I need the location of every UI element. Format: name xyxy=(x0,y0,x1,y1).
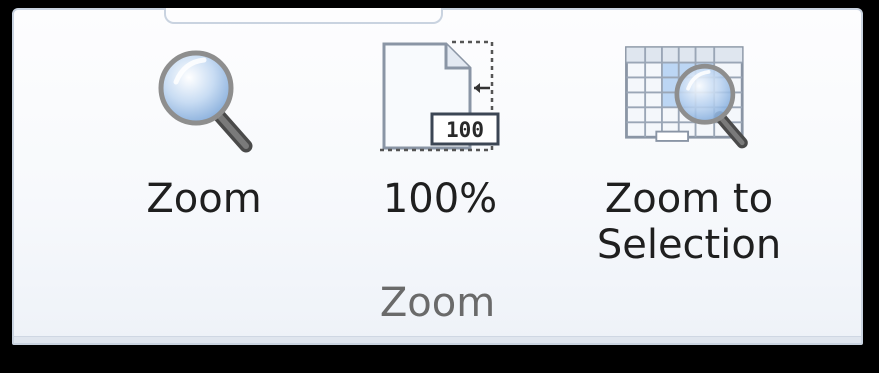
group-bottom-edge xyxy=(14,336,861,343)
zoom-to-selection-button[interactable]: Zoom to Selection xyxy=(564,38,814,268)
zoom-100-button[interactable]: 100 100% xyxy=(350,38,530,222)
zoom-button-label: Zoom xyxy=(146,176,262,222)
tab-notch xyxy=(164,8,443,24)
zoom-selection-icon xyxy=(619,38,759,158)
zoom-to-selection-button-label: Zoom to Selection xyxy=(596,176,782,268)
zoom-100-button-label: 100% xyxy=(382,176,498,222)
page-100-badge: 100 xyxy=(446,118,484,142)
zoom-ribbon-group: Zoom 100 100% Zoom to Selection Zoom xyxy=(12,8,863,345)
page-100-icon: 100 xyxy=(370,38,510,158)
magnifier-icon xyxy=(134,38,274,158)
group-label: Zoom xyxy=(379,280,496,326)
zoom-button[interactable]: Zoom xyxy=(114,38,294,222)
